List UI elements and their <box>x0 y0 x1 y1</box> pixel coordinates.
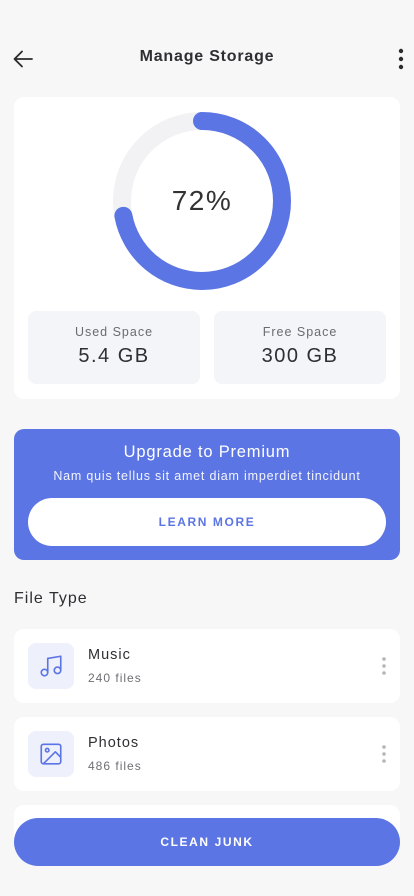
music-note-icon <box>40 655 62 677</box>
file-type-item-photos[interactable]: Photos 486 files <box>14 717 400 791</box>
manage-storage-screen: Manage Storage 72% Used Space 5.4 GB Fre… <box>0 0 414 896</box>
storage-donut-chart: 72% <box>112 111 292 291</box>
file-type-name: Photos <box>88 735 140 751</box>
storage-summary-card: 72% Used Space 5.4 GB Free Space 300 GB <box>14 97 400 399</box>
file-item-more-button[interactable] <box>378 653 390 679</box>
image-icon <box>40 743 62 765</box>
storage-percent-label: 72% <box>171 185 233 216</box>
free-space-stat: Free Space 300 GB <box>214 311 386 384</box>
file-type-name: Music <box>88 647 131 663</box>
used-space-stat: Used Space 5.4 GB <box>28 311 200 384</box>
file-type-icon-box <box>28 731 74 777</box>
more-vertical-icon <box>382 657 386 675</box>
more-vertical-icon <box>382 745 386 763</box>
free-space-label: Free Space <box>262 325 338 339</box>
more-options-button[interactable] <box>394 46 408 72</box>
premium-subtitle: Nam quis tellus sit amet diam imperdiet … <box>53 469 361 483</box>
clean-junk-button[interactable]: CLEAN JUNK <box>14 818 400 866</box>
upgrade-premium-card: Upgrade to Premium Nam quis tellus sit a… <box>14 429 400 560</box>
learn-more-button[interactable]: LEARN MORE <box>28 498 386 546</box>
file-type-item-music[interactable]: Music 240 files <box>14 629 400 703</box>
more-vertical-icon <box>398 48 404 70</box>
file-type-section-title: File Type <box>14 590 88 607</box>
file-item-more-button[interactable] <box>378 741 390 767</box>
free-space-value: 300 GB <box>261 345 339 367</box>
premium-title: Upgrade to Premium <box>123 443 291 461</box>
file-type-count: 486 files <box>88 759 142 773</box>
used-space-value: 5.4 GB <box>78 345 150 367</box>
page-title: Manage Storage <box>139 48 275 65</box>
used-space-label: Used Space <box>74 325 154 339</box>
file-type-count: 240 files <box>88 671 142 685</box>
file-type-icon-box <box>28 643 74 689</box>
